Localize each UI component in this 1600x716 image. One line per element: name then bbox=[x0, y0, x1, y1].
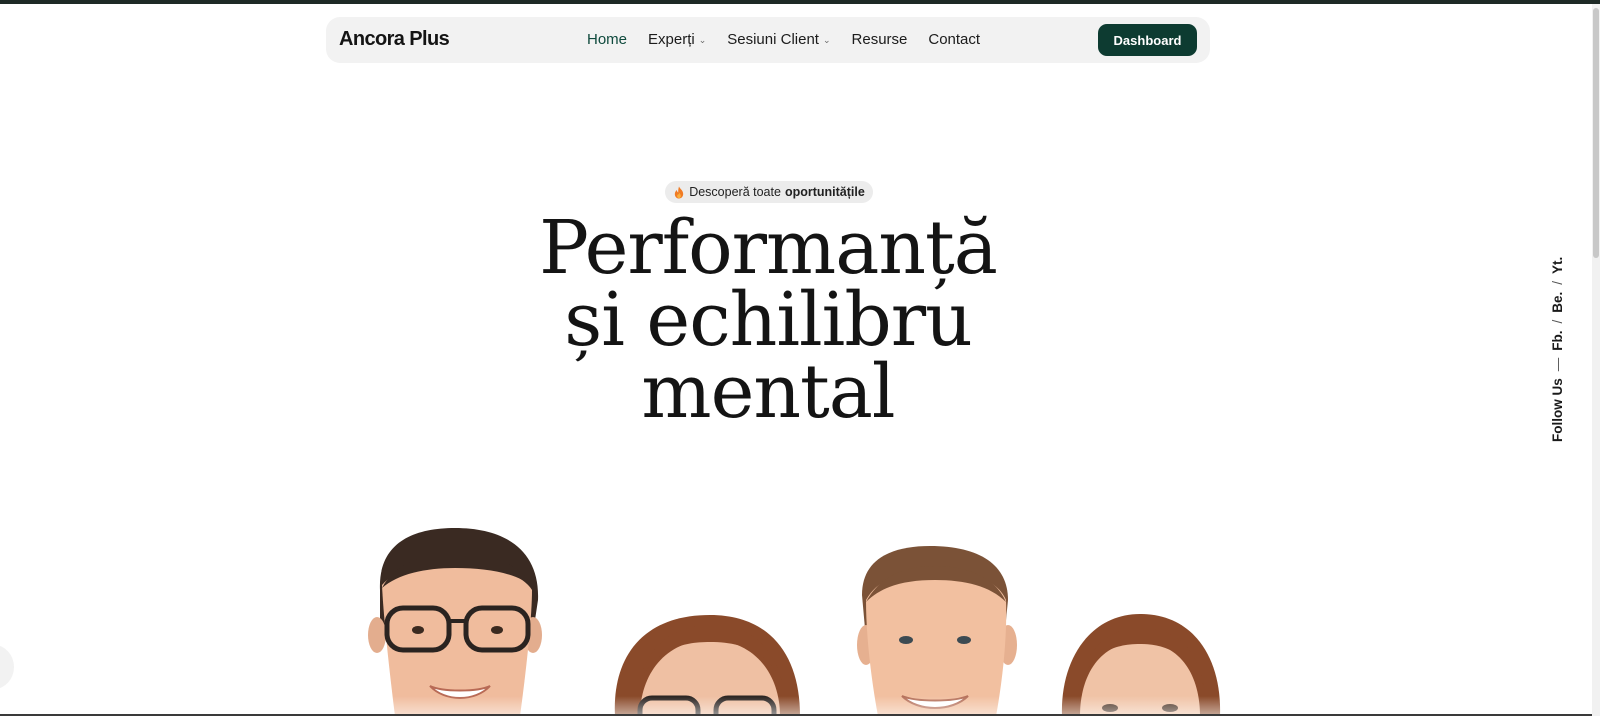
fire-icon bbox=[675, 185, 684, 199]
nav-links: Home Experți ⌄ Sesiuni Client ⌄ Resurse Co… bbox=[587, 31, 1001, 48]
dashboard-button[interactable]: Dashboard bbox=[1098, 24, 1197, 56]
hero-badge-text: Descoperă toate bbox=[689, 185, 781, 199]
nav-link-resurse[interactable]: Resurse bbox=[852, 31, 908, 48]
hero-title-line-2: și echilibru bbox=[564, 277, 972, 363]
navbar: Ancora Plus Home Experți ⌄ Sesiuni Client… bbox=[326, 17, 1210, 63]
nav-link-experti[interactable]: Experți ⌄ bbox=[648, 31, 706, 48]
social-separator: / bbox=[1550, 280, 1565, 285]
social-separator: / bbox=[1550, 319, 1565, 324]
hero-title: Performanță și echilibru mental bbox=[450, 205, 1086, 435]
follow-us-dash: — bbox=[1550, 357, 1565, 372]
social-rail: Follow Us — Fb. / Be. / Yt. bbox=[1538, 252, 1565, 442]
logo[interactable]: Ancora Plus bbox=[339, 28, 450, 51]
smiling-man-photo bbox=[857, 546, 1017, 716]
top-browser-strip bbox=[0, 0, 1600, 4]
hero-title-line-3: mental bbox=[641, 349, 895, 435]
scrollbar-thumb[interactable] bbox=[1593, 8, 1599, 258]
social-link-behance[interactable]: Be. bbox=[1550, 292, 1565, 313]
chevron-down-icon: ⌄ bbox=[698, 35, 707, 45]
nav-link-home[interactable]: Home bbox=[587, 31, 627, 48]
page-scrollbar[interactable] bbox=[1592, 4, 1600, 716]
follow-us-label: Follow Us bbox=[1550, 378, 1565, 442]
bottom-fade bbox=[0, 696, 1600, 716]
nav-link-contact[interactable]: Contact bbox=[928, 31, 980, 48]
social-rail-text: Follow Us — Fb. / Be. / Yt. bbox=[1550, 257, 1565, 442]
hero-badge: Descoperă toate oportunitățile bbox=[665, 181, 873, 203]
hero-title-line-1: Performanță bbox=[539, 205, 998, 291]
team-photos bbox=[0, 490, 1600, 716]
chevron-down-icon: ⌄ bbox=[822, 35, 831, 45]
man-with-glasses-photo bbox=[368, 528, 542, 716]
social-link-youtube[interactable]: Yt. bbox=[1550, 257, 1565, 274]
social-link-facebook[interactable]: Fb. bbox=[1550, 331, 1565, 351]
hero-badge-strong: oportunitățile bbox=[784, 185, 865, 199]
nav-link-sesiuni-client[interactable]: Sesiuni Client ⌄ bbox=[727, 31, 830, 48]
